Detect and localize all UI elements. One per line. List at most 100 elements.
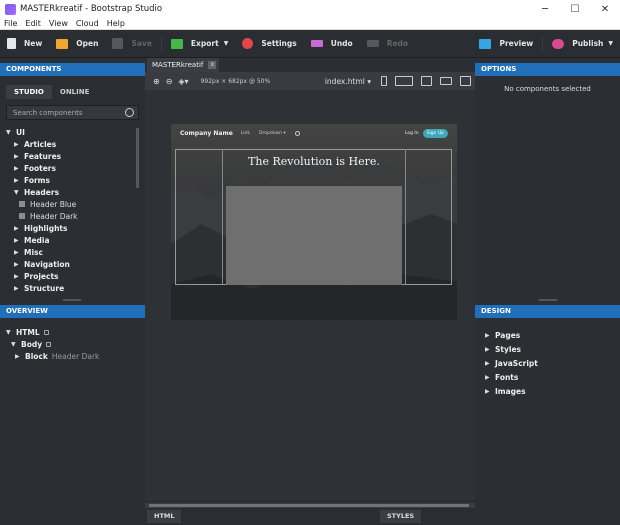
preview-link[interactable]: Link	[241, 131, 250, 136]
list-item[interactable]: ▶ Features	[6, 150, 145, 162]
redo-button[interactable]: Redo	[360, 33, 415, 55]
tablet-landscape-view-icon[interactable]	[421, 76, 432, 86]
list-item[interactable]: ▶ Media	[6, 234, 145, 246]
components-scrollbar[interactable]	[136, 128, 139, 188]
design-panel: ▶ Pages ▶ Styles ▶ JavaScript ▶ Fonts ▶ Image…	[475, 318, 620, 508]
triangle-right-icon: ▶	[14, 272, 19, 280]
panel-resize-handle[interactable]	[539, 299, 557, 301]
laptop-view-icon[interactable]	[440, 77, 452, 85]
scrollbar-thumb[interactable]	[149, 504, 469, 507]
gear-icon	[242, 38, 254, 49]
undo-button[interactable]: Undo	[304, 33, 360, 55]
list-item[interactable]: ▶ Pages	[485, 328, 620, 342]
close-window-button[interactable]: ✕	[590, 0, 620, 18]
preview-icon	[479, 38, 492, 49]
phone-view-icon[interactable]	[381, 76, 387, 86]
preview-login-link[interactable]: Log In	[405, 131, 419, 136]
redo-icon	[366, 40, 379, 47]
overview-tree: ▼ HTML ▼ Body ▶ Block Header Dark	[0, 318, 145, 362]
tree-root-ui[interactable]: ▼ UI	[6, 126, 145, 138]
triangle-right-icon: ▶	[485, 387, 490, 395]
zoom-out-icon[interactable]: ⊖	[166, 77, 173, 86]
cloud-upload-icon	[552, 38, 565, 49]
save-button[interactable]: Save	[105, 33, 158, 55]
menu-edit[interactable]: Edit	[21, 19, 45, 28]
triangle-right-icon: ▶	[485, 359, 490, 367]
minimize-button[interactable]: ─	[530, 0, 560, 18]
menu-view[interactable]: View	[45, 19, 72, 28]
page-selector[interactable]: index.html ▾	[325, 77, 371, 86]
list-item[interactable]: ▶ Styles	[485, 342, 620, 356]
preview-signup-button[interactable]: Sign Up	[422, 128, 448, 138]
list-item[interactable]: ▶ Misc	[6, 246, 145, 258]
tree-node-block[interactable]: ▶ Block Header Dark	[6, 350, 145, 362]
list-item[interactable]: ▶ JavaScript	[485, 356, 620, 370]
list-item[interactable]: ▶ Projects	[6, 270, 145, 282]
menu-cloud[interactable]: Cloud	[72, 19, 103, 28]
tab-html[interactable]: HTML	[147, 510, 182, 523]
toolbar-divider	[542, 35, 544, 52]
settings-button[interactable]: Settings	[235, 33, 303, 55]
list-item[interactable]: ▼ Headers	[6, 186, 145, 198]
open-button[interactable]: Open	[49, 33, 105, 55]
maximize-button[interactable]: ☐	[560, 0, 590, 18]
publish-button[interactable]: Publish ▼	[545, 33, 620, 55]
tablet-view-icon[interactable]	[395, 76, 413, 86]
layers-icon[interactable]: ◈▾	[178, 77, 188, 86]
tree-node-label: Body	[21, 339, 43, 349]
tab-online[interactable]: ONLINE	[52, 85, 98, 99]
preview-brand[interactable]: Company Name	[180, 130, 233, 137]
preview-heading[interactable]: The Revolution is Here.	[171, 155, 457, 168]
design-item-label: JavaScript	[495, 358, 538, 368]
preview-button[interactable]: Preview	[472, 33, 540, 55]
list-item[interactable]: ▶ Forms	[6, 174, 145, 186]
components-panel: STUDIO ONLINE Search components ▼ UI ▶ Art…	[0, 76, 145, 303]
preview-dropdown[interactable]: Dropdown ▾	[259, 131, 286, 136]
panel-resize-handle[interactable]	[63, 299, 81, 301]
triangle-right-icon: ▶	[14, 224, 19, 232]
tree-item-label: Header Blue	[30, 199, 77, 209]
design-tree: ▶ Pages ▶ Styles ▶ JavaScript ▶ Fonts ▶ Image…	[475, 318, 620, 398]
desktop-view-icon[interactable]	[460, 76, 471, 86]
window-title: MASTERkreatif - Bootstrap Studio	[20, 4, 163, 14]
tab-styles[interactable]: STYLES	[380, 510, 422, 523]
tree-item-label: Headers	[24, 187, 60, 197]
list-item[interactable]: ▶ Articles	[6, 138, 145, 150]
triangle-right-icon: ▶	[14, 176, 19, 184]
search-icon[interactable]	[125, 108, 134, 117]
search-icon[interactable]	[294, 130, 300, 136]
list-item[interactable]: ▶ Structure	[6, 282, 145, 294]
page-preview[interactable]: Company Name Link Dropdown ▾ Log In Sign…	[171, 124, 457, 320]
menu-help[interactable]: Help	[103, 19, 129, 28]
lock-icon	[43, 329, 49, 335]
tree-node-body[interactable]: ▼ Body	[6, 338, 145, 350]
tab-masterkreatif[interactable]: MASTERkreatif x	[147, 58, 220, 72]
list-item[interactable]: ▶ Highlights	[6, 222, 145, 234]
list-item[interactable]: ▶ Images	[485, 384, 620, 398]
open-label: Open	[76, 39, 99, 48]
preview-image-placeholder[interactable]	[226, 186, 402, 285]
title-bar: MASTERkreatif - Bootstrap Studio ─ ☐ ✕	[0, 0, 620, 18]
list-item[interactable]: ▶ Footers	[6, 162, 145, 174]
design-panel-header: DESIGN	[475, 305, 620, 318]
list-item[interactable]: ▶ Navigation	[6, 258, 145, 270]
list-item[interactable]: Header Dark	[6, 210, 145, 222]
menu-file[interactable]: File	[0, 19, 21, 28]
canvas-toolbar: ⊕ ⊖ ◈▾ 992px × 682px @ 50% index.html ▾	[145, 72, 475, 90]
component-tree: ▼ UI ▶ Articles ▶ Features ▶ Footers ▶ Forms …	[0, 120, 145, 294]
tab-studio[interactable]: STUDIO	[6, 85, 52, 99]
zoom-in-icon[interactable]: ⊕	[153, 77, 160, 86]
triangle-right-icon: ▶	[14, 284, 19, 292]
search-placeholder: Search components	[13, 108, 83, 117]
list-item[interactable]: Header Blue	[6, 198, 145, 210]
list-item[interactable]: ▶ Fonts	[485, 370, 620, 384]
tree-item-label: Navigation	[24, 259, 70, 269]
search-components-input[interactable]: Search components	[6, 105, 139, 120]
design-canvas[interactable]: Company Name Link Dropdown ▾ Log In Sign…	[145, 90, 475, 500]
new-button[interactable]: New	[0, 33, 49, 55]
empty-state-message: No components selected	[504, 85, 591, 93]
tree-node-html[interactable]: ▼ HTML	[6, 326, 145, 338]
export-button[interactable]: Export ▼	[164, 33, 235, 55]
chevron-down-icon: ▼	[223, 40, 229, 47]
close-icon[interactable]: x	[208, 61, 217, 69]
